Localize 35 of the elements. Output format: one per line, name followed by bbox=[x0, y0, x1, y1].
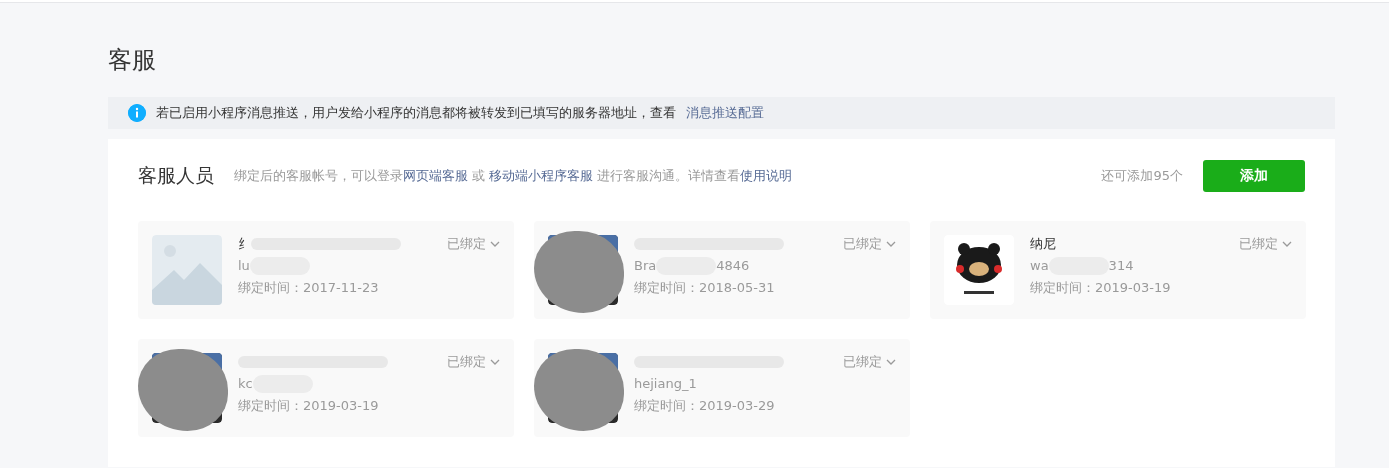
status-dropdown[interactable]: 已绑定 bbox=[1239, 235, 1292, 253]
help-link[interactable]: 使用说明 bbox=[740, 168, 793, 183]
chevron-down-icon bbox=[886, 241, 896, 247]
bind-time: 绑定时间：2017-11-23 bbox=[238, 279, 380, 297]
account-id: 314 bbox=[1108, 257, 1134, 275]
section-title: 客服人员 bbox=[138, 163, 214, 188]
account-id: kc bbox=[238, 375, 253, 393]
account-id: Bra bbox=[634, 257, 657, 275]
info-icon bbox=[128, 104, 146, 122]
settings-link[interactable]: 消息推送配置 bbox=[686, 104, 764, 122]
account-id: wa bbox=[1030, 257, 1049, 275]
bind-time: 绑定时间：2018-05-31 bbox=[634, 279, 776, 297]
help-link[interactable]: 移动端小程序客服 bbox=[489, 168, 594, 183]
agent-name: 纟 bbox=[238, 235, 251, 253]
bind-time: 绑定时间：2019-03-19 bbox=[1030, 279, 1172, 297]
account-id: lu bbox=[238, 257, 250, 275]
account-id: 4846 bbox=[716, 257, 750, 275]
status-dropdown[interactable]: 已绑定 bbox=[447, 235, 500, 253]
chevron-down-icon bbox=[490, 241, 500, 247]
chevron-down-icon bbox=[886, 359, 896, 365]
section-description: 绑定后的客服帐号，可以登录网页端客服 或 移动端小程序客服 进行客服沟通。详情查看使用说明 bbox=[234, 167, 794, 185]
status-dropdown[interactable]: 已绑定 bbox=[843, 235, 896, 253]
bind-time: 绑定时间：2019-03-19 bbox=[238, 397, 380, 415]
account-id: hejiang_1 bbox=[634, 375, 697, 393]
chevron-down-icon bbox=[490, 359, 500, 365]
status-dropdown[interactable]: 已绑定 bbox=[843, 353, 896, 371]
bind-time: 绑定时间：2019-03-29 bbox=[634, 397, 776, 415]
status-dropdown[interactable]: 已绑定 bbox=[447, 353, 500, 371]
notice-text: 若已启用小程序消息推送，用户发给小程序的消息都将被转发到已填写的服务器地址，查看 bbox=[156, 104, 676, 122]
page-title: 客服 bbox=[108, 45, 157, 76]
chevron-down-icon bbox=[1282, 241, 1292, 247]
help-link[interactable]: 网页端客服 bbox=[403, 168, 468, 183]
add-button[interactable]: 添加 bbox=[1203, 160, 1305, 192]
remaining-count: 还可添加95个 bbox=[1101, 167, 1183, 185]
agent-name: 纳尼 bbox=[1030, 235, 1056, 253]
